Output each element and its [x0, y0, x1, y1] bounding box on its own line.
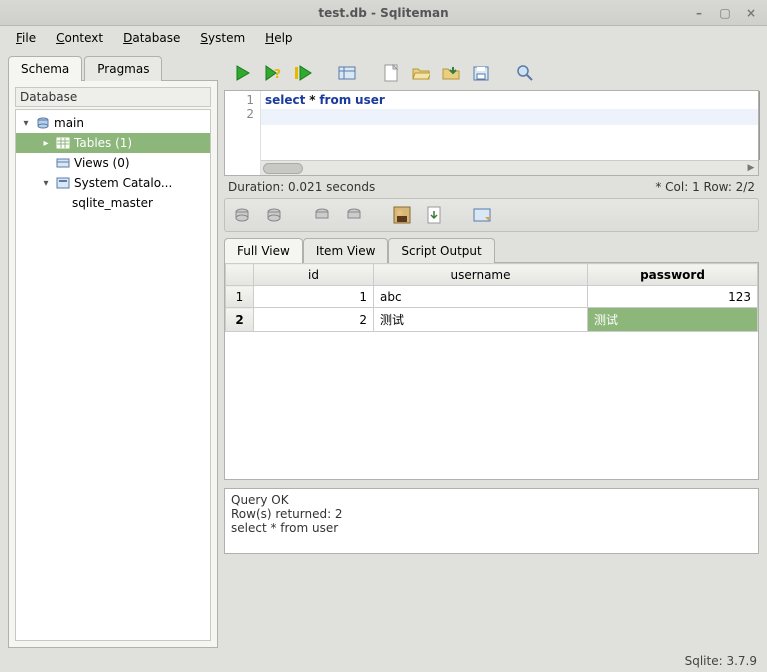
cell-username[interactable]: 测试: [374, 308, 588, 332]
tree-sqlite-master[interactable]: sqlite_master: [16, 193, 210, 213]
left-panel: Schema Pragmas Database ▾ main ▸ Tables …: [8, 56, 218, 648]
tab-full-view[interactable]: Full View: [224, 238, 303, 263]
titlebar: test.db - Sqliteman – ▢ ×: [0, 0, 767, 26]
commit-button[interactable]: [309, 202, 335, 228]
tree-label: Views (0): [74, 156, 130, 170]
scrollbar-thumb[interactable]: [263, 163, 303, 174]
run-button[interactable]: [230, 60, 256, 86]
window-title: test.db - Sqliteman: [318, 6, 448, 20]
run-step-button[interactable]: [290, 60, 316, 86]
maximize-button[interactable]: ▢: [717, 6, 733, 20]
col-username[interactable]: username: [374, 264, 588, 286]
tree-syscat[interactable]: ▾ System Catalo...: [16, 173, 210, 193]
log-output: Query OK Row(s) returned: 2 select * fro…: [224, 488, 759, 554]
statusbar: Sqlite: 3.7.9: [0, 650, 767, 672]
cell-id[interactable]: 1: [254, 286, 374, 308]
cell-password[interactable]: 123: [588, 286, 758, 308]
tab-pragmas[interactable]: Pragmas: [84, 56, 162, 81]
expand-icon[interactable]: ▸: [40, 138, 52, 149]
export-button[interactable]: [421, 202, 447, 228]
open-button[interactable]: [408, 60, 434, 86]
collapse-icon[interactable]: ▾: [20, 118, 32, 129]
result-grid[interactable]: id username password 1 1 abc 123 2 2 测试 …: [224, 262, 759, 480]
view-icon: [55, 156, 71, 170]
tree-label: Tables (1): [74, 136, 132, 150]
right-panel: ? 1 2 select * from user ▶ D: [224, 56, 759, 648]
table-row[interactable]: 2 2 测试 测试: [226, 308, 758, 332]
create-view-button[interactable]: [334, 60, 360, 86]
catalog-icon: [55, 176, 71, 190]
blob-button[interactable]: [389, 202, 415, 228]
save-as-button[interactable]: [468, 60, 494, 86]
tab-script-output[interactable]: Script Output: [388, 238, 494, 263]
menu-help[interactable]: Help: [257, 28, 300, 48]
tree-views[interactable]: Views (0): [16, 153, 210, 173]
duration-label: Duration: 0.021 seconds: [228, 180, 375, 194]
tree-main[interactable]: ▾ main: [16, 113, 210, 133]
database-icon: [35, 116, 51, 130]
collapse-icon[interactable]: ▾: [40, 178, 52, 189]
tree-label: sqlite_master: [72, 196, 153, 210]
save-button[interactable]: [438, 60, 464, 86]
cell-id[interactable]: 2: [254, 308, 374, 332]
snapshot-button[interactable]: [469, 202, 495, 228]
table-row[interactable]: 1 1 abc 123: [226, 286, 758, 308]
tab-item-view[interactable]: Item View: [303, 238, 389, 263]
tree-label: main: [54, 116, 84, 130]
main-toolbar: ?: [224, 56, 759, 90]
cursor-pos: * Col: 1 Row: 2/2: [655, 180, 755, 194]
tree-header: Database: [15, 87, 211, 107]
sql-editor[interactable]: 1 2 select * from user ▶: [224, 90, 759, 176]
tree-tables[interactable]: ▸ Tables (1): [16, 133, 210, 153]
table-icon: [55, 136, 71, 150]
tab-schema[interactable]: Schema: [8, 56, 82, 81]
menubar: File Context Database System Help: [0, 26, 767, 50]
first-button[interactable]: [229, 202, 255, 228]
result-toolbar: [224, 198, 759, 232]
corner-cell[interactable]: [226, 264, 254, 286]
new-button[interactable]: [378, 60, 404, 86]
editor-ruler: [759, 91, 760, 160]
h-scrollbar[interactable]: ▶: [261, 160, 758, 175]
menu-system[interactable]: System: [192, 28, 253, 48]
cell-password[interactable]: 测试: [588, 308, 758, 332]
svg-text:?: ?: [274, 67, 281, 81]
line-gutter: 1 2: [225, 91, 261, 175]
scroll-right-icon[interactable]: ▶: [744, 163, 758, 173]
menu-context[interactable]: Context: [48, 28, 111, 48]
menu-database[interactable]: Database: [115, 28, 188, 48]
query-status: Duration: 0.021 seconds * Col: 1 Row: 2/…: [224, 176, 759, 198]
db-tree[interactable]: ▾ main ▸ Tables (1) Views (0) ▾ System C…: [15, 109, 211, 641]
explain-button[interactable]: ?: [260, 60, 286, 86]
col-password[interactable]: password: [588, 264, 758, 286]
col-id[interactable]: id: [254, 264, 374, 286]
menu-file[interactable]: File: [8, 28, 44, 48]
sqlite-version: Sqlite: 3.7.9: [685, 654, 757, 668]
tree-label: System Catalo...: [74, 176, 172, 190]
search-button[interactable]: [512, 60, 538, 86]
prev-button[interactable]: [261, 202, 287, 228]
rollback-button[interactable]: [341, 202, 367, 228]
close-button[interactable]: ×: [743, 6, 759, 20]
cell-username[interactable]: abc: [374, 286, 588, 308]
minimize-button[interactable]: –: [691, 6, 707, 20]
